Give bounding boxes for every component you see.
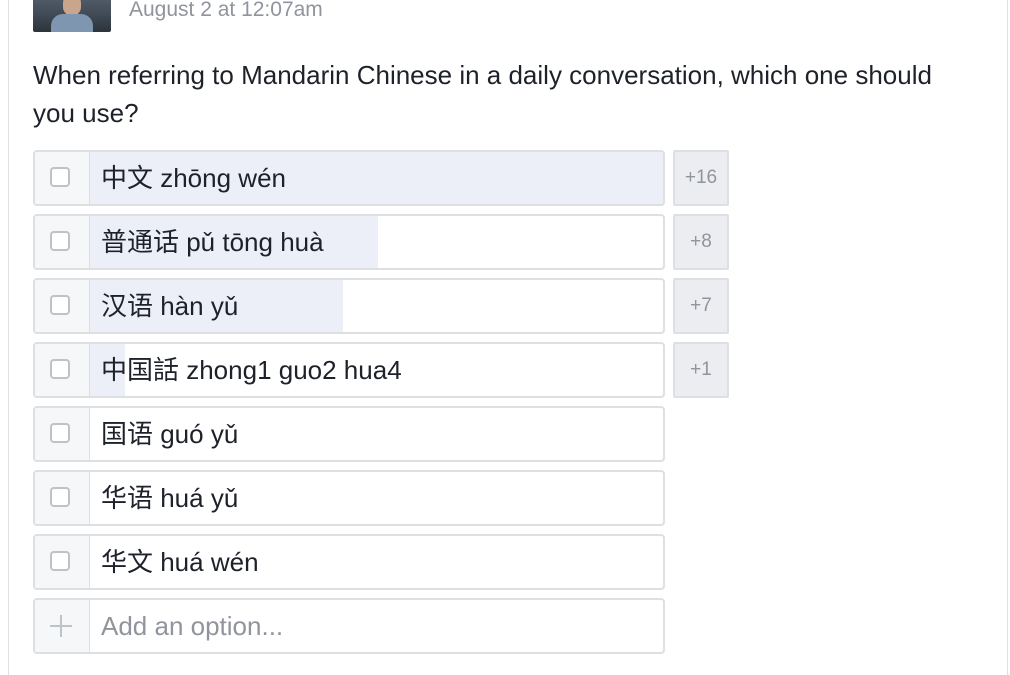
option-checkbox[interactable] <box>50 423 70 443</box>
add-option-row[interactable] <box>33 598 665 654</box>
poll-option-7[interactable]: 华文 huá wén <box>33 534 665 590</box>
option-checkbox[interactable] <box>50 295 70 315</box>
add-option-input[interactable] <box>90 600 663 652</box>
option-checkbox[interactable] <box>50 231 70 251</box>
poll-option-2[interactable]: 普通话 pǔ tōng huà <box>33 214 665 270</box>
vote-count-badge[interactable]: +8 <box>673 214 729 270</box>
option-label: 普通话 pǔ tōng huà <box>101 227 324 257</box>
avatar[interactable] <box>33 0 111 32</box>
plus-icon <box>50 615 72 637</box>
vote-count-badge[interactable]: +1 <box>673 342 729 398</box>
option-checkbox[interactable] <box>50 359 70 379</box>
option-label: 华文 huá wén <box>101 547 259 577</box>
option-label: 汉语 hàn yǔ <box>101 291 239 321</box>
option-label: 华语 huá yǔ <box>101 483 239 513</box>
vote-count-badge[interactable]: +16 <box>673 150 729 206</box>
vote-count-badge[interactable]: +7 <box>673 278 729 334</box>
poll-option-1[interactable]: 中文 zhōng wén <box>33 150 665 206</box>
poll-question: When referring to Mandarin Chinese in a … <box>33 60 932 128</box>
post-timestamp[interactable]: August 2 at 12:07am <box>129 0 323 22</box>
option-checkbox[interactable] <box>50 551 70 571</box>
post-card: August 2 at 12:07am When referring to Ma… <box>8 0 1008 675</box>
poll-option-4[interactable]: 中国話 zhong1 guo2 hua4 <box>33 342 665 398</box>
option-checkbox[interactable] <box>50 167 70 187</box>
poll-option-5[interactable]: 国语 guó yǔ <box>33 406 665 462</box>
poll-option-6[interactable]: 华语 huá yǔ <box>33 470 665 526</box>
poll-option-3[interactable]: 汉语 hàn yǔ <box>33 278 665 334</box>
option-label: 中国話 zhong1 guo2 hua4 <box>101 355 402 385</box>
option-label: 国语 guó yǔ <box>101 419 239 449</box>
option-label: 中文 zhōng wén <box>101 163 286 193</box>
option-checkbox[interactable] <box>50 487 70 507</box>
